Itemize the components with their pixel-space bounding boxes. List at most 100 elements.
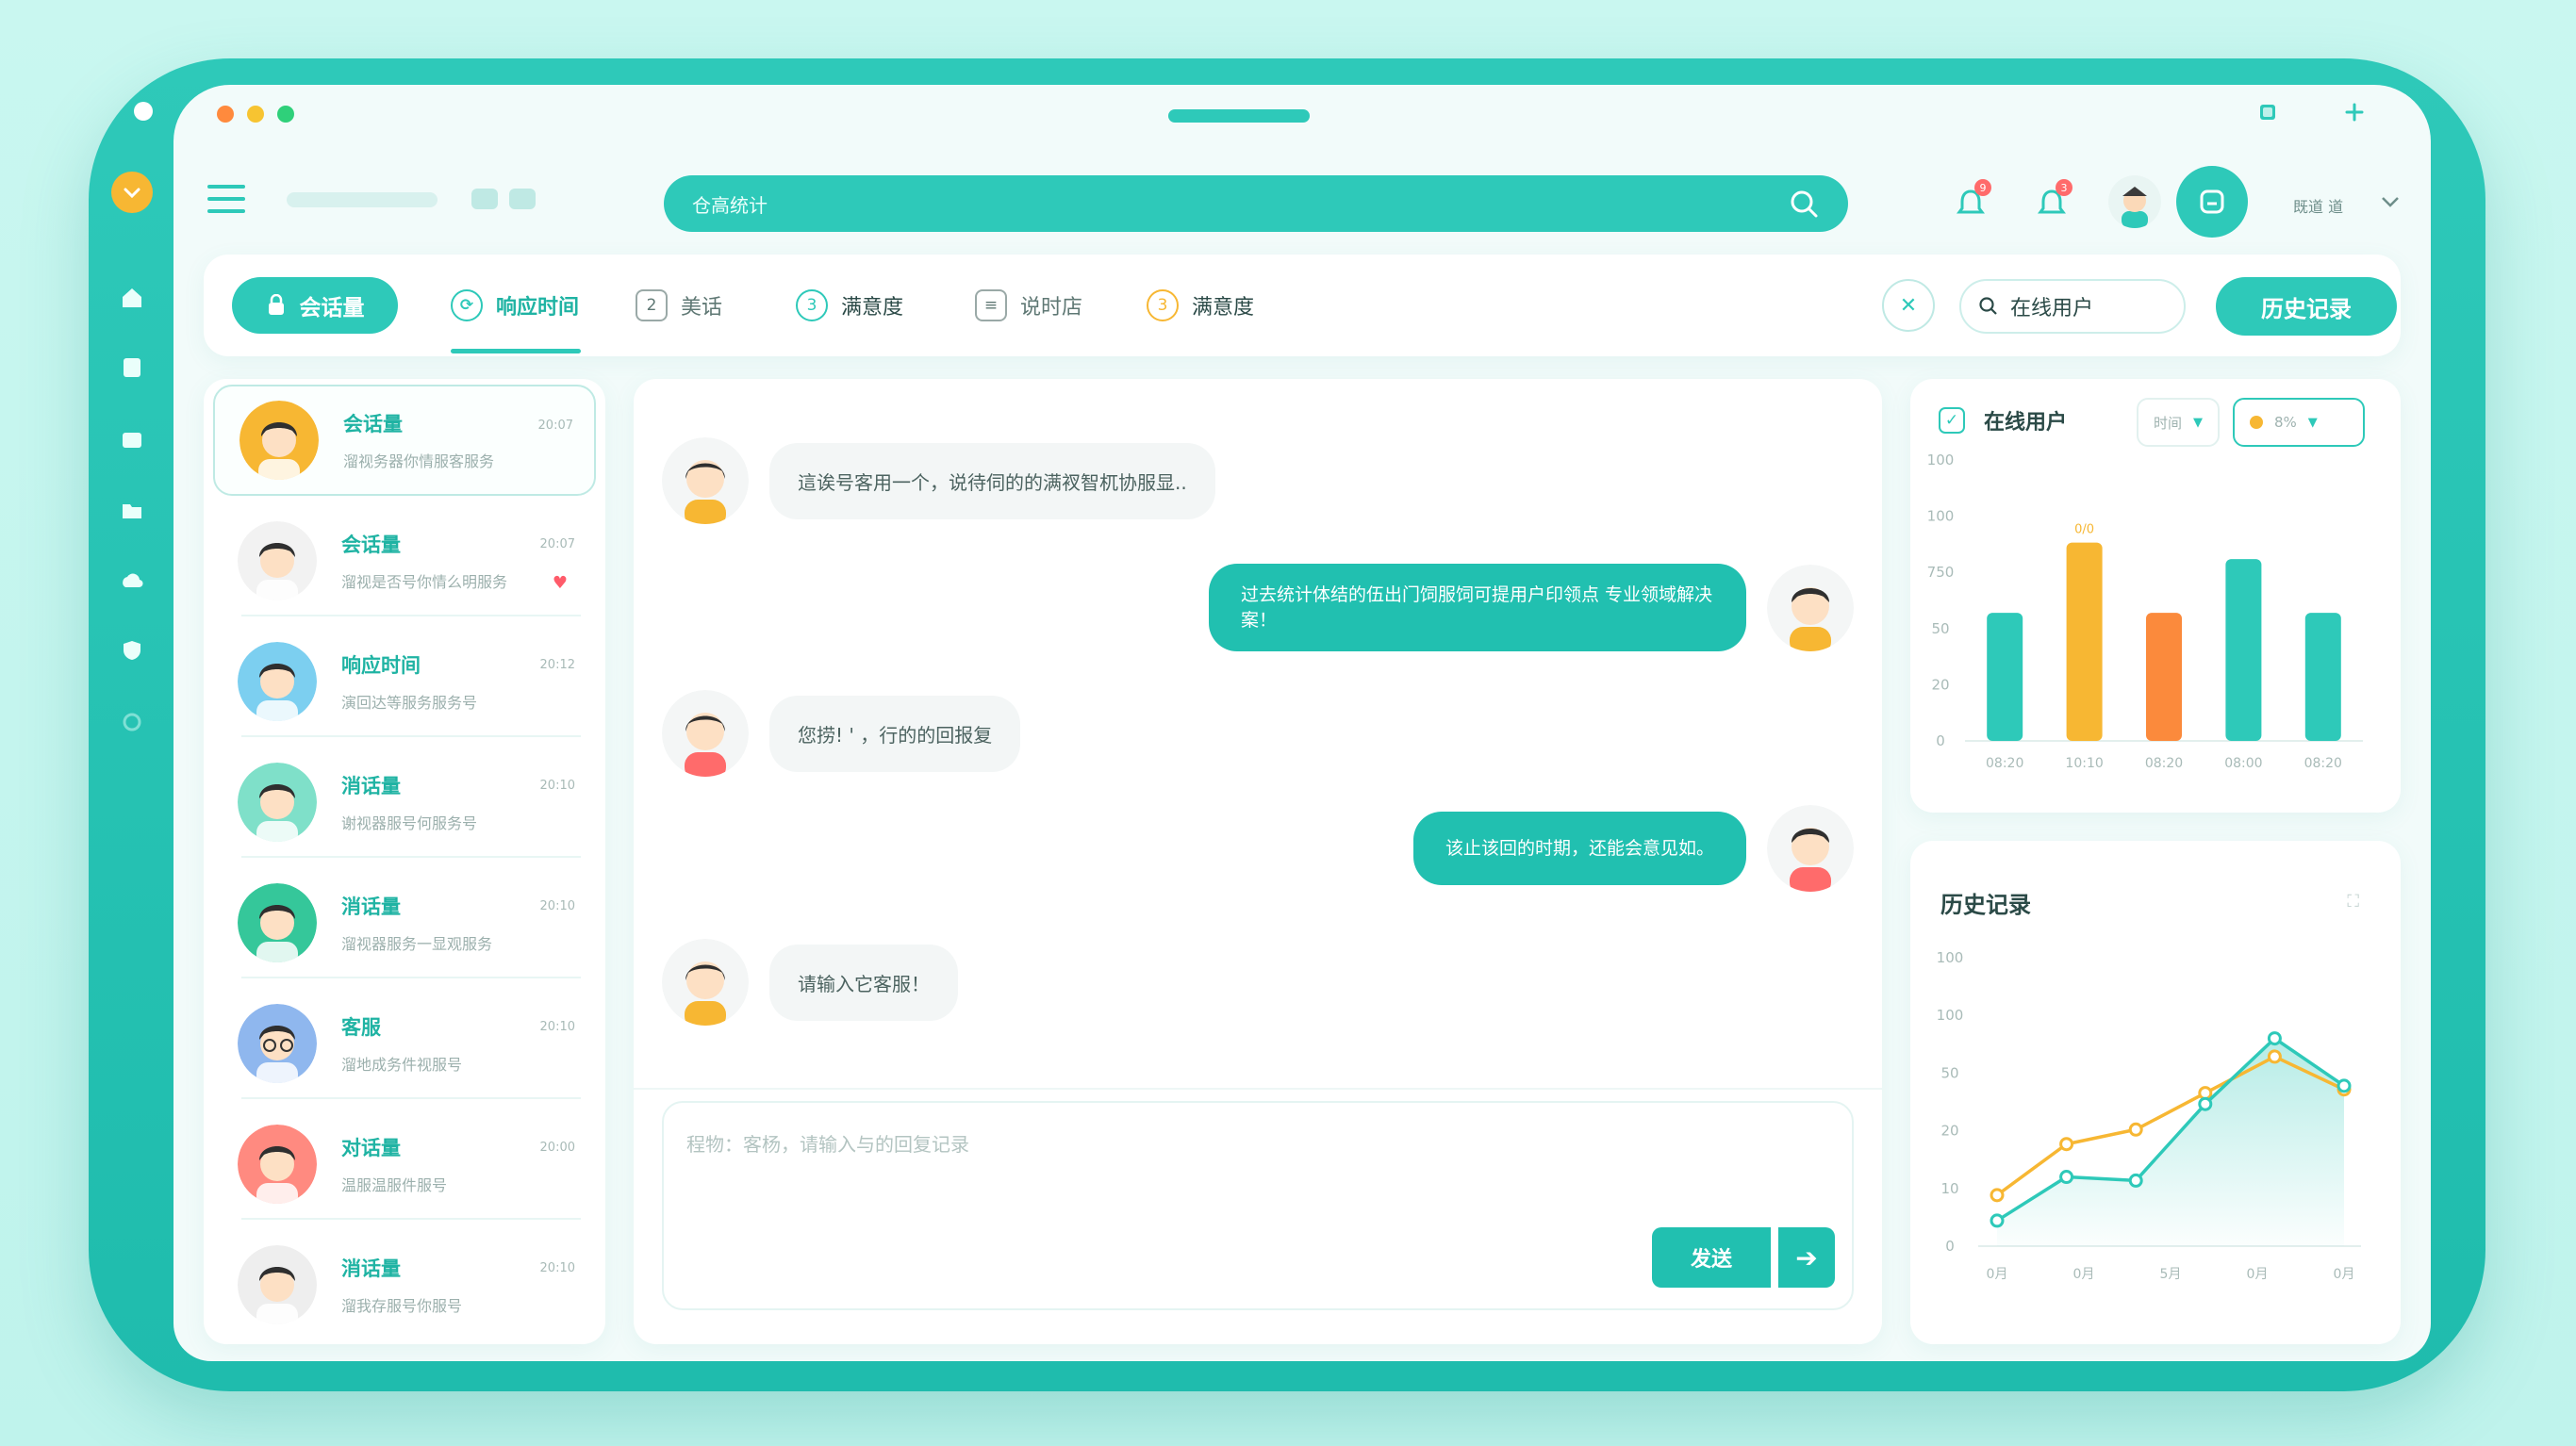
home-action-button[interactable] xyxy=(2176,166,2248,238)
divider xyxy=(241,735,581,737)
message-input-placeholder[interactable]: 程物：客杨，请输入与的回复记录 xyxy=(686,1129,969,1157)
notification-button[interactable]: 9 xyxy=(1946,179,1995,228)
line-chart: 0 10 20 50 100 100 0月 0月 5月 0月 0月 xyxy=(1937,949,2361,1282)
conversation-item[interactable]: 对话量 温服温服件服号 20:00 xyxy=(213,1109,596,1220)
toolbar-chip-1[interactable] xyxy=(471,189,498,209)
chevron-down-icon[interactable] xyxy=(2380,194,2401,209)
conversation-snippet: 演回达等服务服务号 xyxy=(341,694,478,712)
bar xyxy=(2225,559,2262,741)
message-text: 请输入它客服！ xyxy=(769,944,958,1021)
conversation-item[interactable]: 会话量 溜视务器你情服客服务 20:07 xyxy=(213,385,596,496)
conversation-list: 会话量 溜视务器你情服客服务 20:07 会话量 溜视是否号你情么明服务 20:07 ♥ 响应… xyxy=(204,379,605,1344)
y-tick-label: 50 xyxy=(1931,620,1949,637)
drag-handle[interactable] xyxy=(1168,109,1310,123)
user-name[interactable]: 既道 道 xyxy=(2293,194,2343,217)
clock-icon: ⟳ xyxy=(451,289,483,321)
bar xyxy=(2304,613,2341,741)
message-text: 這诶号客用一个，说待伺的的满衩智杌协服显.. xyxy=(769,442,1215,519)
message-outgoing: 该止该回的时期，还能会意见如。 xyxy=(1412,805,1854,892)
search-icon[interactable] xyxy=(1788,188,1820,220)
lock-icon xyxy=(268,294,284,315)
tab-settings-shop[interactable]: ≡ 说时店 xyxy=(975,277,1082,334)
search-bar[interactable]: 仓高统计 xyxy=(664,175,1848,232)
notification-badge: 9 xyxy=(1974,179,1991,196)
document-icon[interactable] xyxy=(119,354,145,381)
conversation-snippet: 谢视器服号何服务号 xyxy=(341,814,478,832)
avatar xyxy=(2108,175,2161,228)
tab-label: 响应时间 xyxy=(496,296,580,320)
conversation-body: 消话量 谢视器服号何服务号 xyxy=(341,771,571,833)
conversation-time: 20:07 xyxy=(537,419,573,433)
message-text: 您捞! ' ，行的的回报复 xyxy=(769,695,1021,772)
x-tick-label: 08:20 xyxy=(2145,756,2183,771)
tab-sessions[interactable]: 会话量 xyxy=(232,277,398,334)
avatar xyxy=(662,939,749,1026)
conversation-item[interactable]: 消话量 谢视器服号何服务号 20:10 xyxy=(213,747,596,858)
data-point xyxy=(2128,1173,2143,1188)
conversation-body: 对话量 温服温服件服号 xyxy=(341,1133,571,1195)
history-button[interactable]: 历史记录 xyxy=(2216,277,2397,336)
close-dot[interactable] xyxy=(217,106,234,123)
divider xyxy=(241,1097,581,1099)
conversation-body: 会话量 溜视务器你情服客服务 xyxy=(343,409,570,471)
conversation-body: 会话量 溜视是否号你情么明服务 xyxy=(341,530,571,592)
tab-satisfaction-2[interactable]: 3 满意度 xyxy=(1147,277,1254,334)
message-incoming: 您捞! ' ，行的的回报复 xyxy=(662,690,1021,777)
cloud-icon[interactable] xyxy=(119,567,145,594)
search-input[interactable]: 仓高统计 xyxy=(692,190,1788,218)
user-avatar[interactable] xyxy=(2106,173,2163,230)
active-tab-indicator xyxy=(451,349,581,353)
avatar xyxy=(238,1004,317,1083)
online-users-search[interactable]: 在线用户 xyxy=(1959,279,2186,334)
send-button[interactable]: 发送 xyxy=(1652,1227,1771,1288)
minimize-dot[interactable] xyxy=(247,106,264,123)
history-card: 历史记录 ⛶ 0 10 20 50 100 100 0月 0月 5月 0月 0月 xyxy=(1910,841,2401,1344)
message-input[interactable]: 程物：客杨，请输入与的回复记录 发送 ➔ xyxy=(662,1101,1854,1310)
heart-icon[interactable]: ♥ xyxy=(553,573,568,593)
divider xyxy=(241,977,581,978)
avatar xyxy=(1767,564,1854,651)
bar xyxy=(2146,613,2182,741)
y-tick-label: 100 xyxy=(1927,508,1955,525)
conversation-title: 响应时间 xyxy=(341,654,421,677)
conversation-item[interactable]: 响应时间 演回达等服务服务号 20:12 xyxy=(213,626,596,737)
settings-icon[interactable] xyxy=(119,709,145,735)
folder-icon[interactable] xyxy=(119,498,145,524)
data-point xyxy=(2267,1031,2282,1046)
conversation-item[interactable]: 客服 溜地成务件视服号 20:10 xyxy=(213,988,596,1099)
alert-badge: 3 xyxy=(2056,179,2072,196)
y-tick-label: 100 xyxy=(1937,949,1964,966)
shield-icon[interactable] xyxy=(119,637,145,664)
home-icon[interactable] xyxy=(119,285,145,311)
toolbar-chip-2[interactable] xyxy=(509,189,536,209)
conversation-item[interactable]: 消话量 溜视器服务一显观服务 20:10 xyxy=(213,867,596,978)
menu-icon[interactable] xyxy=(207,185,245,213)
arrow-right-icon[interactable]: ➔ xyxy=(1778,1227,1835,1288)
conversation-title: 对话量 xyxy=(341,1137,401,1159)
app-logo-icon[interactable] xyxy=(111,172,153,213)
conversation-snippet: 溜我存服号你服号 xyxy=(341,1297,463,1315)
maximize-dot[interactable] xyxy=(277,106,294,123)
conversation-body: 响应时间演回达等服务服务号 xyxy=(341,650,571,713)
inbox-icon[interactable] xyxy=(119,426,145,452)
avatar xyxy=(238,883,317,962)
conversation-item[interactable]: 消话量 溜我存服号你服号 20:10 xyxy=(213,1229,596,1340)
new-tab-icon[interactable] xyxy=(2344,102,2365,123)
clear-filter-button[interactable]: ✕ xyxy=(1882,279,1935,332)
online-users-value[interactable]: 在线用户 xyxy=(2010,291,2093,321)
window-icon[interactable] xyxy=(2257,102,2278,123)
message-outgoing: 过去统计体结的伍出门饲服饲可提用户印领点 专业领域解决案！ xyxy=(1209,564,1854,652)
conversation-time: 20:00 xyxy=(539,1141,575,1155)
document-icon: ≡ xyxy=(975,289,1007,321)
conversation-body: 消话量 溜视器服务一显观服务 xyxy=(341,892,571,954)
device-frame: 仓高统计 9 3 既道 道 会话量 ⟳ 响应时间 2 美话 3 满意度 ≡ 说时… xyxy=(89,58,2485,1391)
y-tick-label: 20 xyxy=(1940,1123,1958,1140)
tab-satisfaction[interactable]: 3 满意度 xyxy=(796,277,903,334)
titlebar-actions xyxy=(2257,102,2365,123)
conversation-item[interactable]: 会话量 溜视是否号你情么明服务 20:07 ♥ xyxy=(213,505,596,616)
tab-response-time[interactable]: ⟳ 响应时间 xyxy=(451,277,579,334)
tab-2[interactable]: 2 美话 xyxy=(636,277,722,334)
alert-button[interactable]: 3 xyxy=(2027,179,2076,228)
x-tick-label: 08:20 xyxy=(2304,756,2342,771)
bar xyxy=(2066,542,2103,741)
